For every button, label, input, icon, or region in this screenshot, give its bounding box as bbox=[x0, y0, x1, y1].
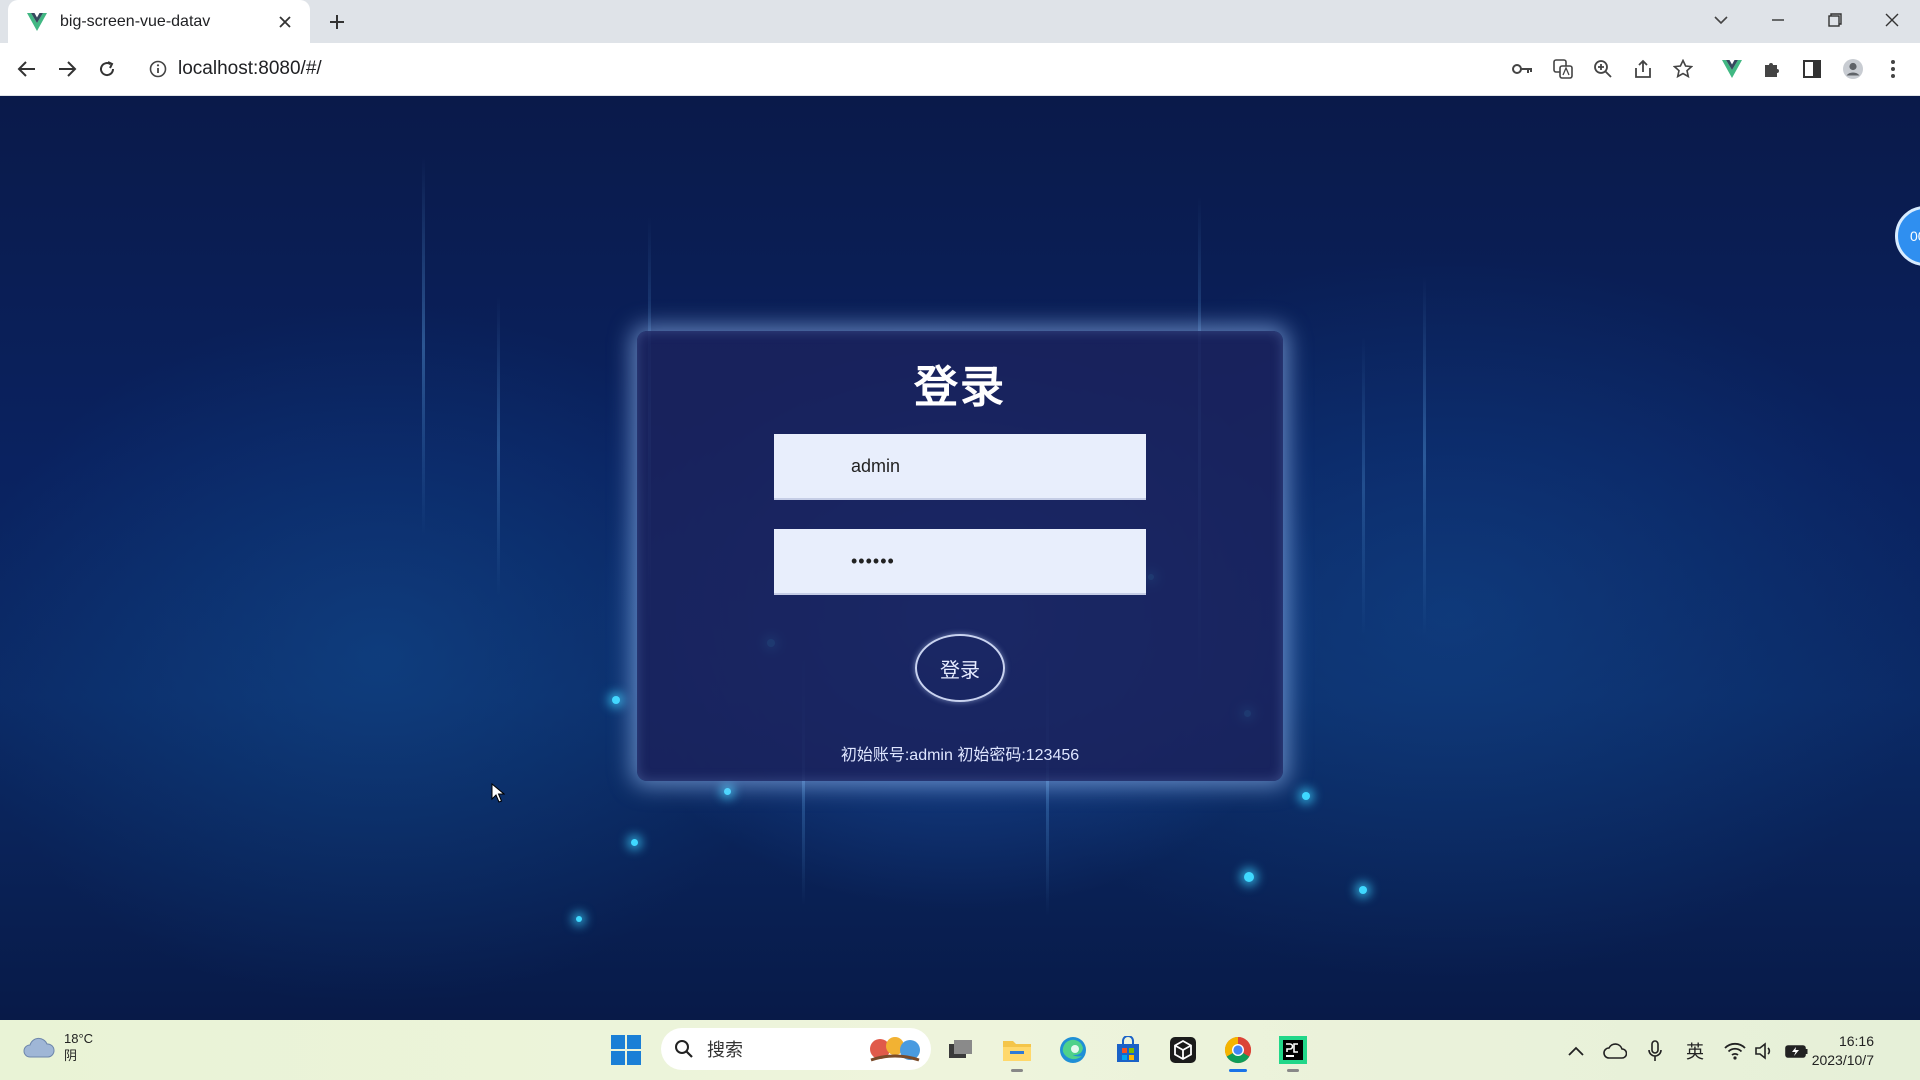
back-arrow-icon[interactable] bbox=[14, 56, 40, 82]
glow-dot bbox=[576, 916, 582, 922]
mouse-cursor-icon bbox=[491, 782, 506, 808]
password-input[interactable] bbox=[774, 529, 1146, 595]
username-input[interactable] bbox=[774, 434, 1146, 500]
key-icon[interactable] bbox=[1510, 56, 1536, 82]
profile-avatar-icon[interactable] bbox=[1840, 56, 1866, 82]
edge-browser-icon[interactable] bbox=[1055, 1032, 1091, 1068]
running-indicator bbox=[1287, 1069, 1299, 1072]
window-controls bbox=[1692, 0, 1920, 40]
cloud-icon bbox=[23, 1037, 55, 1058]
taskbar-clock[interactable]: 16:16 2023/10/7 bbox=[1812, 1032, 1874, 1070]
search-icon bbox=[673, 1038, 695, 1060]
file-explorer-icon[interactable] bbox=[999, 1032, 1035, 1072]
volume-icon[interactable] bbox=[1752, 1038, 1778, 1064]
extensions-puzzle-icon[interactable] bbox=[1759, 56, 1785, 82]
browser-tab-strip: big-screen-vue-datav bbox=[0, 0, 1920, 43]
unity-hub-icon[interactable] bbox=[1165, 1032, 1201, 1068]
battery-charging-icon[interactable] bbox=[1784, 1038, 1810, 1064]
url-text: localhost:8080/#/ bbox=[178, 58, 322, 79]
floating-widget-label: 00 bbox=[1910, 228, 1920, 244]
light-streak bbox=[422, 156, 425, 536]
taskbar-search-box[interactable]: 搜索 bbox=[661, 1028, 931, 1070]
address-bar[interactable]: localhost:8080/#/ bbox=[138, 50, 1693, 88]
glow-dot bbox=[631, 839, 638, 846]
glow-dot bbox=[1302, 792, 1310, 800]
restore-icon[interactable] bbox=[1806, 0, 1863, 40]
search-placeholder: 搜索 bbox=[707, 1040, 743, 1060]
tab-title: big-screen-vue-datav bbox=[60, 12, 211, 30]
search-highlight-art-icon bbox=[865, 1033, 925, 1065]
clock-date: 2023/10/7 bbox=[1811, 1052, 1874, 1068]
minimize-icon[interactable] bbox=[1749, 0, 1806, 40]
close-tab-icon[interactable] bbox=[274, 11, 296, 33]
translate-icon[interactable] bbox=[1550, 56, 1576, 82]
tab-search-chevron-icon[interactable] bbox=[1692, 0, 1749, 40]
reload-icon[interactable] bbox=[94, 56, 120, 82]
onedrive-cloud-icon[interactable] bbox=[1602, 1038, 1628, 1064]
weather-temperature: 18°C bbox=[64, 1031, 94, 1046]
new-tab-icon[interactable] bbox=[324, 9, 350, 35]
microsoft-store-icon[interactable] bbox=[1110, 1032, 1146, 1068]
light-streak bbox=[497, 296, 500, 596]
site-info-icon[interactable] bbox=[148, 59, 168, 79]
zoom-icon[interactable] bbox=[1590, 56, 1616, 82]
login-card: 登录 登录 初始账号:admin 初始密码:123456 bbox=[637, 331, 1283, 781]
browser-tab[interactable]: big-screen-vue-datav bbox=[8, 0, 310, 43]
light-streak bbox=[1362, 336, 1365, 636]
pycharm-icon[interactable] bbox=[1275, 1032, 1311, 1072]
forward-arrow-icon[interactable] bbox=[54, 56, 80, 82]
microphone-icon[interactable] bbox=[1642, 1038, 1668, 1064]
input-method-indicator[interactable]: 英 bbox=[1682, 1038, 1708, 1064]
glow-dot bbox=[1359, 886, 1367, 894]
share-icon[interactable] bbox=[1630, 56, 1656, 82]
browser-toolbar: localhost:8080/#/ bbox=[0, 43, 1920, 96]
login-page: 登录 登录 初始账号:admin 初始密码:123456 00 bbox=[0, 96, 1920, 1020]
glow-dot bbox=[724, 788, 731, 795]
vue-logo-icon bbox=[26, 11, 48, 33]
os-taskbar: 18°C 阴 搜索 英 16:16 2023/10/7 bbox=[0, 1020, 1920, 1080]
running-indicator bbox=[1011, 1069, 1023, 1072]
clock-time: 16:16 bbox=[1838, 1033, 1874, 1049]
running-indicator bbox=[1229, 1069, 1247, 1072]
light-streak bbox=[1423, 276, 1426, 636]
floating-widget-bubble[interactable]: 00 bbox=[1895, 206, 1920, 266]
glow-dot bbox=[612, 696, 620, 704]
chrome-browser-icon[interactable] bbox=[1220, 1032, 1256, 1072]
initial-credentials-hint: 初始账号:admin 初始密码:123456 bbox=[840, 747, 1080, 764]
weather-widget[interactable]: 18°C 阴 bbox=[22, 1030, 93, 1064]
weather-description: 阴 bbox=[64, 1048, 78, 1063]
show-hidden-icons-chevron-icon[interactable] bbox=[1563, 1038, 1589, 1064]
side-panel-icon[interactable] bbox=[1799, 56, 1825, 82]
close-window-icon[interactable] bbox=[1863, 0, 1920, 40]
login-button[interactable]: 登录 bbox=[915, 634, 1005, 702]
login-title: 登录 bbox=[914, 363, 1006, 412]
menu-kebab-icon[interactable] bbox=[1880, 56, 1906, 82]
glow-dot bbox=[1244, 872, 1254, 882]
wifi-icon[interactable] bbox=[1722, 1038, 1748, 1064]
task-view-icon[interactable] bbox=[943, 1032, 979, 1068]
vue-devtools-icon[interactable] bbox=[1719, 56, 1745, 82]
bookmark-star-icon[interactable] bbox=[1670, 56, 1696, 82]
windows-start-icon[interactable] bbox=[611, 1035, 641, 1065]
